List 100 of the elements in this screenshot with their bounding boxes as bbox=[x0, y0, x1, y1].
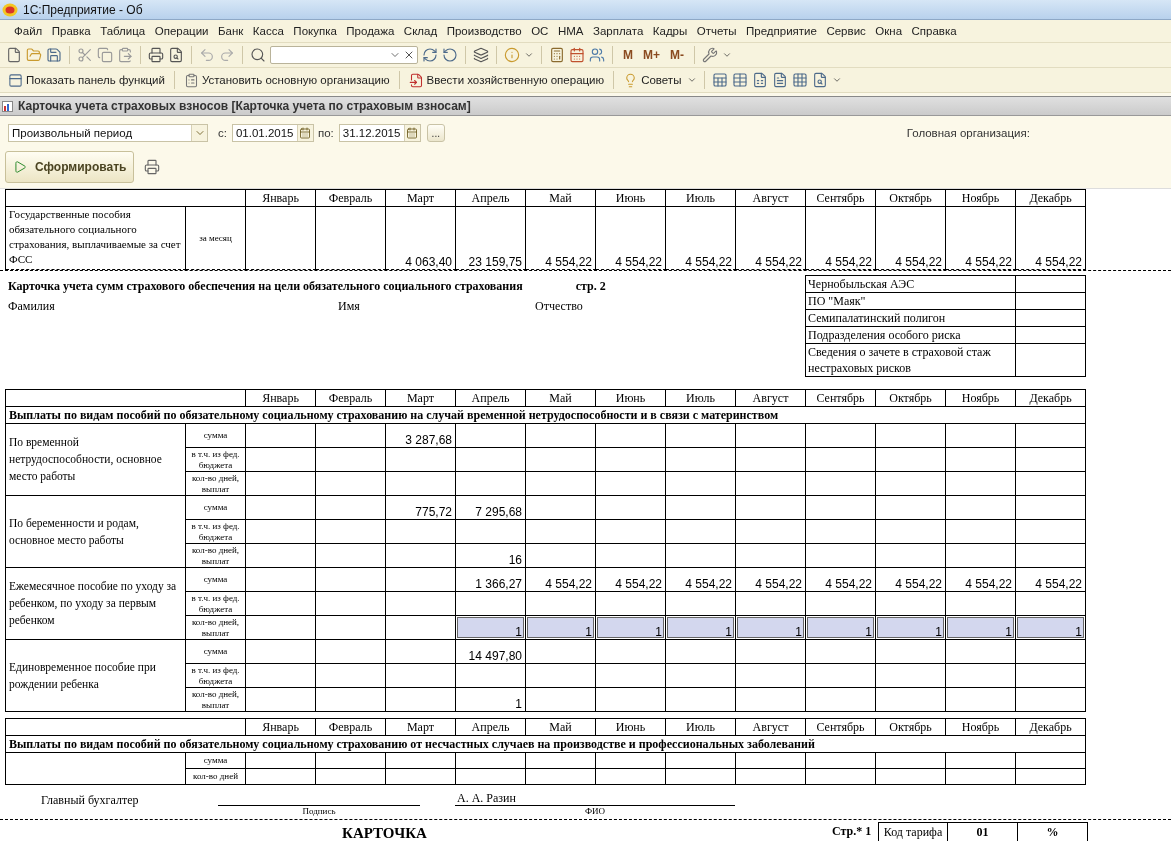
row-sublabel: в т.ч. из фед. бюджета bbox=[186, 520, 246, 544]
menu-item[interactable]: Окна bbox=[875, 25, 903, 37]
menu-item[interactable]: Покупка bbox=[293, 25, 337, 37]
panel-icon[interactable] bbox=[8, 72, 23, 88]
caret-icon[interactable] bbox=[832, 75, 843, 85]
column-header: Ноябрь bbox=[946, 390, 1016, 407]
memory-button[interactable]: M+ bbox=[640, 48, 663, 62]
report-icon[interactable] bbox=[772, 72, 789, 88]
menu-item[interactable]: Справка bbox=[911, 25, 957, 37]
table-cell bbox=[736, 769, 806, 785]
caret-icon[interactable] bbox=[524, 50, 534, 60]
search-icon[interactable] bbox=[250, 47, 266, 63]
table-cell bbox=[526, 753, 596, 769]
play-icon[interactable] bbox=[13, 160, 27, 174]
find-previous-icon[interactable] bbox=[442, 47, 458, 63]
menu-item[interactable]: Операции bbox=[154, 25, 209, 37]
table-cell bbox=[666, 769, 736, 785]
menu-item[interactable]: Производство bbox=[446, 25, 522, 37]
table-cell bbox=[246, 688, 316, 712]
save-icon[interactable] bbox=[46, 47, 62, 63]
menu-item[interactable]: Правка bbox=[51, 25, 91, 37]
toolbar-button[interactable]: Установить основную организацию bbox=[181, 72, 392, 88]
info-icon[interactable] bbox=[504, 47, 520, 63]
column-header: Март bbox=[386, 190, 456, 207]
period-select[interactable]: Произвольный период bbox=[8, 124, 208, 142]
table-cell: 4 554,22 bbox=[596, 568, 666, 592]
menu-item[interactable]: Касса bbox=[252, 25, 284, 37]
menu-item[interactable]: НМА bbox=[557, 25, 584, 37]
table-cell bbox=[246, 568, 316, 592]
organization-label: Головная организация: bbox=[906, 127, 1030, 139]
menu-item[interactable]: Предприятие bbox=[746, 25, 817, 37]
memory-button[interactable]: M- bbox=[667, 48, 687, 62]
column-header: Сентябрь bbox=[806, 719, 876, 736]
more-button[interactable]: ... bbox=[426, 124, 445, 142]
column-header: Декабрь bbox=[1016, 190, 1086, 207]
calendar-icon[interactable] bbox=[299, 127, 312, 139]
paste-icon[interactable] bbox=[117, 47, 133, 63]
calculator-icon[interactable] bbox=[549, 47, 565, 63]
users-icon[interactable] bbox=[589, 47, 605, 63]
clipboard-icon[interactable] bbox=[183, 72, 199, 88]
menu-item[interactable]: Продажа bbox=[346, 25, 395, 37]
table-icon[interactable] bbox=[712, 72, 729, 88]
table-cell: 4 554,22 bbox=[736, 207, 806, 270]
card-title: КАРТОЧКА bbox=[342, 825, 428, 841]
table-cell bbox=[316, 753, 386, 769]
find-next-icon[interactable] bbox=[422, 47, 438, 63]
clear-icon[interactable] bbox=[403, 49, 415, 61]
column-header: Март bbox=[386, 390, 456, 407]
windows-icon[interactable] bbox=[473, 47, 489, 63]
row-sublabel: в т.ч. из фед. бюджета bbox=[186, 664, 246, 688]
menu-item[interactable]: Склад bbox=[403, 25, 438, 37]
table-icon[interactable] bbox=[732, 72, 749, 88]
copy-icon[interactable] bbox=[97, 47, 113, 63]
wrench-icon[interactable] bbox=[702, 47, 718, 63]
report-icon[interactable] bbox=[812, 72, 829, 88]
table-cell: 7 295,68 bbox=[456, 496, 526, 520]
menu-item[interactable]: Файл bbox=[14, 25, 43, 37]
column-header: Август bbox=[736, 719, 806, 736]
role-label: Главный бухгалтер bbox=[41, 793, 140, 809]
open-folder-icon[interactable] bbox=[26, 47, 42, 63]
row-sublabel: кол-во дней, выплат bbox=[186, 472, 246, 496]
date-field[interactable]: 01.01.2015 bbox=[231, 124, 314, 142]
menu-item[interactable]: Отчеты bbox=[696, 25, 737, 37]
menu-item[interactable]: Зарплата bbox=[592, 25, 644, 37]
table-cell: 1 bbox=[736, 616, 806, 640]
print-icon[interactable] bbox=[148, 47, 164, 63]
report-icon[interactable] bbox=[752, 72, 769, 88]
document-icon[interactable] bbox=[408, 72, 424, 88]
calendar-icon[interactable] bbox=[569, 47, 585, 63]
date-field[interactable]: 31.12.2015 bbox=[338, 124, 421, 142]
toolbar-button[interactable]: Ввести хозяйственную операцию bbox=[406, 72, 607, 88]
caret-icon[interactable] bbox=[687, 75, 698, 85]
menu-item[interactable]: Сервис bbox=[826, 25, 866, 37]
caret-icon[interactable] bbox=[722, 50, 732, 60]
menu-item[interactable]: Банк bbox=[218, 25, 244, 37]
grid-icon[interactable] bbox=[792, 72, 809, 88]
table-cell: 1 bbox=[946, 616, 1016, 640]
cut-icon[interactable] bbox=[77, 47, 93, 63]
new-file-icon[interactable] bbox=[6, 47, 22, 63]
toolbar-button[interactable]: Советы bbox=[621, 72, 684, 88]
toolbar-button[interactable]: Показать панель функций bbox=[6, 72, 167, 88]
menu-item[interactable]: Кадры bbox=[652, 25, 688, 37]
table-cell: 4 554,22 bbox=[526, 568, 596, 592]
column-header: Октябрь bbox=[876, 390, 946, 407]
search-field[interactable] bbox=[270, 46, 418, 64]
table-cell: 1 bbox=[876, 616, 946, 640]
calendar-icon[interactable] bbox=[406, 127, 419, 139]
table-cell: 1 bbox=[1016, 616, 1086, 640]
menu-item[interactable]: Таблица bbox=[100, 25, 146, 37]
preview-icon[interactable] bbox=[168, 47, 184, 63]
column-header: Октябрь bbox=[876, 719, 946, 736]
generate-button[interactable]: Сформировать bbox=[5, 151, 135, 183]
print-settings-icon[interactable] bbox=[144, 159, 161, 175]
column-header: Май bbox=[526, 390, 596, 407]
row-label: По временной нетрудоспособности, основное место работы bbox=[6, 424, 186, 496]
menu-item[interactable]: ОС bbox=[531, 25, 549, 37]
row-label: Единовременное пособие при рождении ребенка bbox=[6, 640, 186, 712]
column-header: Июнь bbox=[596, 190, 666, 207]
memory-button[interactable]: M bbox=[620, 48, 636, 62]
table-cell bbox=[876, 769, 946, 785]
